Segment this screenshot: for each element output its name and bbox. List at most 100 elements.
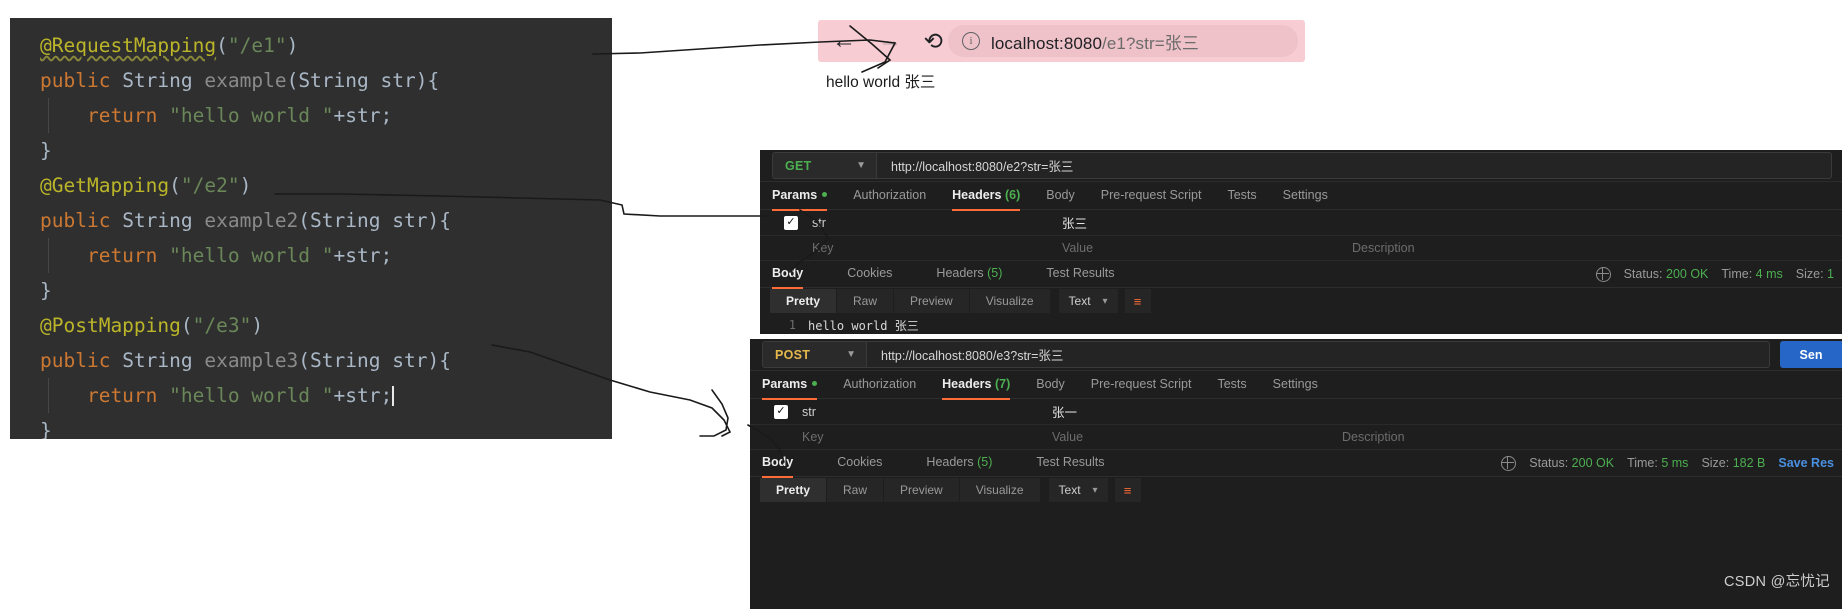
post-wrap-lines-icon[interactable]: ≡ [1114, 478, 1141, 502]
url-input-get[interactable]: http://localhost:8080/e2?str=张三 [876, 152, 1832, 179]
tab-label: Cookies [837, 455, 883, 469]
get-view-raw[interactable]: Raw [837, 289, 895, 313]
response-tabs-list-post: Body Cookies Headers (5) Test Results [762, 455, 1127, 478]
param-value-get[interactable]: 张三 [1062, 213, 1352, 232]
post-view-preview[interactable]: Preview [884, 478, 960, 502]
code-token-keyword: public [40, 69, 123, 92]
code-token-string: "hello world " [169, 104, 334, 127]
response-body-line-get: 1 hello world 张三 [760, 314, 1842, 334]
get-view-pretty[interactable]: Pretty [770, 289, 838, 313]
response-status-get: Status: 200 OK Time: 4 ms Size: 1 [1595, 261, 1842, 287]
tab-label: Body [772, 266, 804, 280]
resptab-get-body[interactable]: Body [772, 266, 804, 289]
code-token-type: String str [298, 69, 416, 92]
tab-get-settings[interactable]: Settings [1283, 188, 1328, 204]
tab-post-body[interactable]: Body [1036, 377, 1065, 393]
param-row-post[interactable]: ✓ str 张一 [750, 399, 1842, 425]
post-format-select[interactable]: Text ▾ [1048, 478, 1108, 502]
resptab-post-test-results[interactable]: Test Results [1036, 455, 1104, 471]
param-key-get[interactable]: str [812, 216, 1062, 230]
tab-label: Body [762, 455, 794, 469]
reload-icon[interactable]: ⟳ [924, 28, 943, 54]
tab-label: Settings [1272, 376, 1318, 391]
resptab-get-test-results[interactable]: Test Results [1046, 266, 1114, 282]
tab-count: (6) [1001, 187, 1021, 202]
response-status-post: Status: 200 OK Time: 5 ms Size: 182 B Sa… [1501, 450, 1842, 476]
param-row-get[interactable]: ✓ str 张三 [760, 210, 1842, 236]
postman-window-get[interactable]: GET ▼ http://localhost:8080/e2?str=张三 Pa… [760, 150, 1842, 334]
post-view-pretty[interactable]: Pretty [760, 478, 828, 502]
tab-post-authorization[interactable]: Authorization [843, 377, 916, 393]
tab-post-params[interactable]: Params [762, 377, 818, 400]
csdn-watermark: CSDN @忘忧记 [1723, 574, 1830, 590]
get-wrap-lines-icon[interactable]: ≡ [1124, 289, 1151, 313]
method-selector-post[interactable]: POST ▼ [762, 341, 866, 368]
text-caret [392, 386, 395, 406]
tab-label: Headers [942, 376, 992, 391]
tab-get-params[interactable]: Params [772, 187, 828, 211]
code-token-keyword: public [40, 349, 123, 372]
code-line: @GetMapping("/e2") [10, 168, 612, 203]
arrow-right-icon: → [878, 27, 902, 54]
code-line: public String example2(String str){ [10, 203, 612, 238]
tab-post-tests[interactable]: Tests [1217, 377, 1246, 393]
post-view-visualize[interactable]: Visualize [959, 478, 1041, 502]
code-editor-panel[interactable]: @RequestMapping("/e1") public String exam… [10, 18, 612, 439]
param-checkbox-post[interactable]: ✓ [774, 404, 788, 419]
param-placeholder-row-post[interactable]: Key Value Description [750, 425, 1842, 450]
tab-label: Authorization [853, 187, 927, 202]
method-selector-get[interactable]: GET ▼ [772, 152, 876, 179]
post-view-raw[interactable]: Raw [827, 478, 885, 502]
request-url-row-get: GET ▼ http://localhost:8080/e2?str=张三 [760, 150, 1842, 182]
code-token-string: "hello world " [169, 244, 334, 267]
tab-label: Settings [1282, 187, 1328, 202]
arrow-left-icon[interactable]: ← [832, 29, 856, 53]
tab-get-tests[interactable]: Tests [1227, 188, 1256, 204]
param-checkbox-get[interactable]: ✓ [784, 215, 798, 230]
postman-window-post[interactable]: POST ▼ http://localhost:8080/e3?str=张三 S… [750, 339, 1842, 609]
response-view-tabs-get: Pretty Raw Preview Visualize Text ▾ ≡ [760, 288, 1842, 314]
tab-label: Params [772, 187, 818, 202]
response-body-text-get: hello world 张三 [808, 318, 919, 333]
tab-get-body[interactable]: Body [1046, 188, 1075, 204]
tab-post-pre-request-script[interactable]: Pre-request Script [1091, 377, 1192, 393]
resptab-post-cookies[interactable]: Cookies [837, 455, 882, 471]
code-line: public String example3(String str){ [10, 343, 612, 378]
url-input-post[interactable]: http://localhost:8080/e3?str=张三 [866, 341, 1770, 368]
param-key-placeholder-get: Key [812, 241, 834, 255]
resptab-post-body[interactable]: Body [762, 455, 794, 478]
tab-label: Test Results [1046, 266, 1115, 280]
get-view-preview[interactable]: Preview [894, 289, 970, 313]
response-tabs-get: Body Cookies Headers (5) Test Results Statu… [760, 261, 1842, 289]
param-key-post[interactable]: str [802, 405, 1052, 419]
chevron-down-icon: ▼ [856, 160, 866, 171]
param-value-post[interactable]: 张一 [1052, 402, 1342, 421]
tab-label: Authorization [843, 376, 917, 391]
format-label: Text [1068, 294, 1091, 308]
param-placeholder-row-get[interactable]: Key Value Description [760, 236, 1842, 261]
globe-icon [1501, 455, 1517, 471]
tab-label: Pre-request Script [1100, 187, 1202, 202]
chevron-down-icon: ▼ [846, 349, 856, 360]
status-label-post: Status: 200 OK [1529, 456, 1615, 470]
tab-get-pre-request-script[interactable]: Pre-request Script [1101, 188, 1202, 204]
tab-label: Tests [1217, 376, 1247, 391]
code-line: @PostMapping("/e3") [10, 308, 612, 343]
tab-get-headers[interactable]: Headers (6) [952, 187, 1021, 211]
code-token-plain: ( [298, 349, 311, 372]
resptab-get-headers[interactable]: Headers (5) [936, 266, 1002, 282]
get-view-visualize[interactable]: Visualize [969, 289, 1051, 313]
resptab-get-cookies[interactable]: Cookies [847, 266, 892, 282]
save-response-button[interactable]: Save Res [1778, 456, 1834, 470]
resptab-post-headers[interactable]: Headers (5) [926, 455, 992, 471]
tab-post-headers[interactable]: Headers (7) [942, 376, 1011, 400]
get-format-select[interactable]: Text ▾ [1058, 289, 1118, 313]
code-token-plain: ){ [415, 69, 440, 92]
info-circle-icon[interactable]: i [962, 32, 980, 50]
tab-get-authorization[interactable]: Authorization [853, 188, 926, 204]
code-line: } [10, 413, 612, 439]
send-button[interactable]: Sen [1780, 341, 1842, 368]
address-bar[interactable]: i localhost:8080/e1?str=张三 [948, 25, 1298, 57]
tab-post-settings[interactable]: Settings [1273, 377, 1318, 393]
code-token-method: example2 [204, 209, 299, 232]
